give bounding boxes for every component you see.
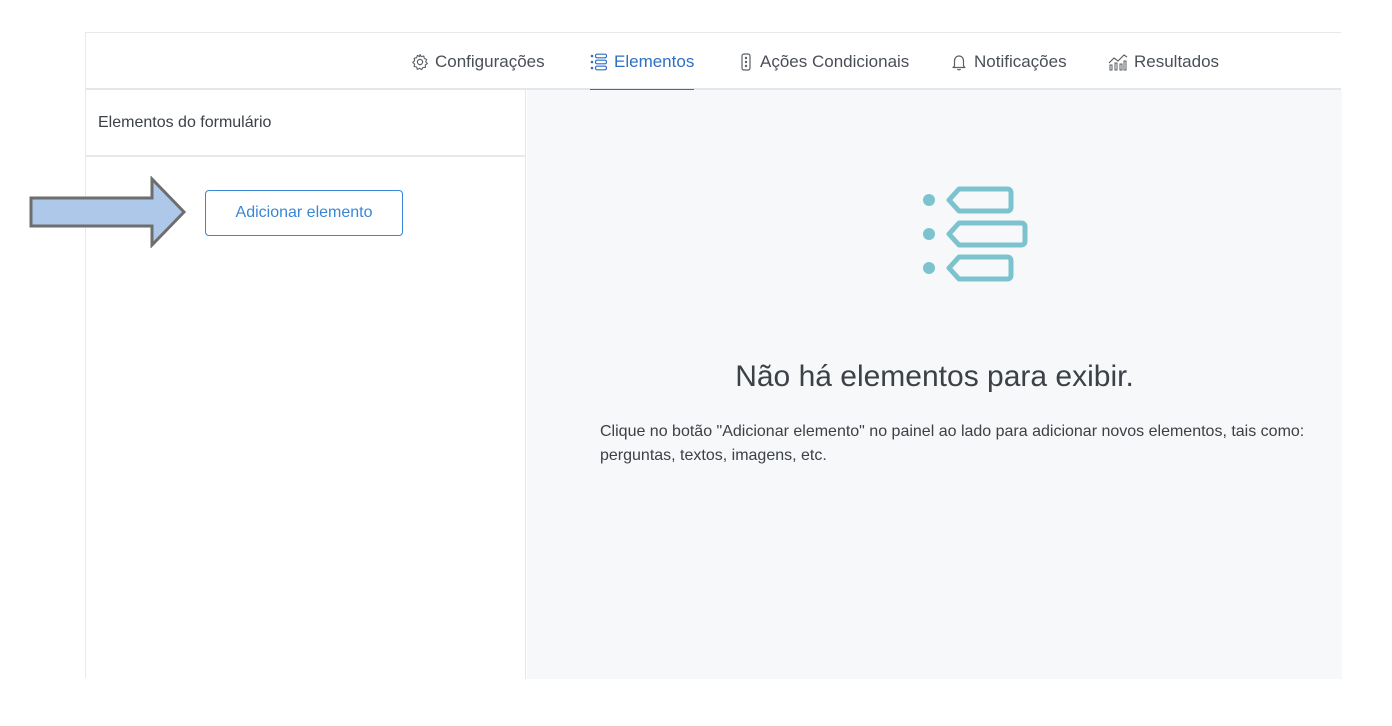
elements-canvas: Não há elementos para exibir. Clique no … [527, 90, 1342, 679]
form-editor: Configurações Elementos Ações Condiciona… [85, 32, 1342, 679]
tab-label: Notificações [974, 51, 1067, 71]
list-icon [590, 53, 608, 70]
tab-label: Elementos [614, 51, 695, 71]
gear-icon [412, 53, 428, 70]
tab-notificacoes[interactable]: Notificações [950, 33, 1067, 90]
traffic-light-icon [741, 52, 751, 71]
chart-icon [1108, 53, 1128, 70]
tab-configuracoes[interactable]: Configurações [411, 33, 545, 90]
tab-bar: Configurações Elementos Ações Condiciona… [86, 33, 1341, 92]
empty-state-description: Clique no botão "Adicionar elemento" no … [600, 423, 1305, 464]
bell-icon [952, 54, 966, 70]
tab-label: Ações Condicionais [760, 51, 910, 71]
pointer-arrow-icon [29, 176, 187, 248]
tab-label: Resultados [1134, 51, 1220, 71]
tab-label: Configurações [435, 51, 545, 71]
tab-resultados[interactable]: Resultados [1108, 33, 1219, 90]
sidebar-title: Elementos do formulário [86, 90, 525, 157]
elements-list-icon [923, 186, 1028, 282]
add-element-button[interactable]: Adicionar elemento [205, 190, 403, 236]
tab-elementos[interactable]: Elementos [590, 33, 695, 92]
tab-acoes-condicionais[interactable]: Ações Condicionais [738, 33, 909, 90]
empty-state-title: Não há elementos para exibir. [735, 360, 1134, 393]
